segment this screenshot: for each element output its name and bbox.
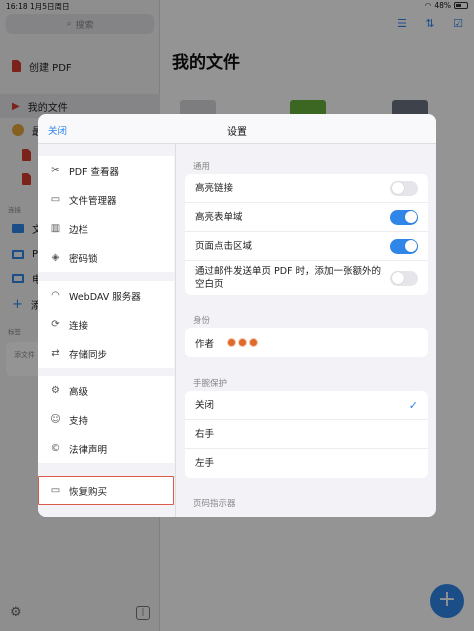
menu-item-pdf-viewer[interactable]: ✂ PDF 查看器: [38, 156, 174, 185]
menu-item-label: 恢复购买: [69, 486, 108, 498]
menu-item-label: 高级: [69, 386, 89, 398]
option-label: 右手: [195, 428, 215, 440]
menu-item-support[interactable]: ☺ 支持: [38, 405, 174, 434]
settings-modal: 关闭 设置 ✂ PDF 查看器 ▭ 文件管理器 ▥ 边栏 ◈ 密码锁 ◠ Web…: [38, 114, 436, 517]
support-icon: ☺: [50, 414, 61, 425]
setting-label: 高亮表单域: [195, 211, 243, 223]
general-card: 高亮链接 高亮表单域 页面点击区域 通过邮件发送单页 PDF 时，添加一张额外的…: [185, 174, 428, 295]
identity-card: 作者: [185, 328, 428, 357]
sync-icon: ⇄: [51, 348, 60, 359]
menu-item-webdav[interactable]: ◠ WebDAV 服务器: [38, 281, 174, 310]
wifi-icon: ◠: [51, 290, 60, 301]
menu-item-file-manager[interactable]: ▭ 文件管理器: [38, 185, 174, 214]
section-header-palm-rejection: 手腕保护: [193, 379, 228, 389]
setting-label: 高亮链接: [195, 182, 234, 194]
menu-group-1: ✂ PDF 查看器 ▭ 文件管理器 ▥ 边栏 ◈ 密码锁: [38, 156, 174, 272]
palm-option-right[interactable]: 右手: [185, 420, 428, 449]
link-icon: ⟳: [51, 319, 60, 330]
option-label: 左手: [195, 458, 215, 469]
menu-item-label: WebDAV 服务器: [69, 291, 141, 303]
author-avatar-dots: [228, 339, 258, 346]
modal-title: 设置: [227, 127, 247, 138]
menu-item-advanced[interactable]: ⚙ 高级: [38, 376, 174, 405]
pdf-viewer-icon: ✂: [51, 165, 60, 176]
setting-row-blank-page: 通过邮件发送单页 PDF 时，添加一张额外的空白页: [185, 261, 428, 295]
menu-item-restore-purchase[interactable]: ▭ 恢复购买: [38, 476, 174, 505]
setting-row-tap-zones: 页面点击区域: [185, 232, 428, 261]
folder-icon: ▭: [50, 194, 61, 205]
menu-group-3: ⚙ 高级 ☺ 支持 © 法律声明: [38, 376, 174, 463]
palm-option-left[interactable]: 左手: [185, 449, 428, 478]
menu-item-label: 密码锁: [69, 253, 98, 265]
menu-item-label: 文件管理器: [69, 195, 117, 207]
setting-row-author[interactable]: 作者: [185, 328, 428, 357]
blank-page-toggle[interactable]: [390, 270, 418, 286]
setting-row-highlight-forms: 高亮表单域: [185, 203, 428, 232]
setting-label: 页面点击区域: [195, 240, 253, 252]
menu-group-4: ▭ 恢复购买: [38, 476, 174, 505]
menu-item-legal[interactable]: © 法律声明: [38, 434, 174, 463]
option-label: 关闭: [195, 399, 215, 411]
palm-rejection-card: 关闭 ✓ 右手 左手: [185, 391, 428, 478]
menu-group-2: ◠ WebDAV 服务器 ⟳ 连接 ⇄ 存储同步: [38, 281, 174, 368]
section-header-identity: 身份: [193, 316, 211, 326]
menu-item-label: PDF 查看器: [69, 166, 120, 178]
sidebar-icon: ▥: [50, 223, 61, 234]
settings-menu: ✂ PDF 查看器 ▭ 文件管理器 ▥ 边栏 ◈ 密码锁 ◠ WebDAV 服务…: [38, 144, 176, 517]
highlight-forms-toggle[interactable]: [390, 209, 418, 225]
advanced-gears-icon: ⚙: [51, 385, 60, 396]
section-header-page-indicator: 页码指示器: [193, 499, 236, 509]
menu-item-label: 连接: [69, 320, 89, 332]
menu-item-storage-sync[interactable]: ⇄ 存储同步: [38, 339, 174, 368]
checkmark-icon: ✓: [408, 398, 418, 412]
palm-option-off[interactable]: 关闭 ✓: [185, 391, 428, 420]
modal-header: 关闭 设置: [38, 114, 436, 144]
setting-row-highlight-links: 高亮链接: [185, 174, 428, 203]
passcode-icon: ◈: [51, 252, 60, 263]
section-header-general: 通用: [193, 162, 211, 172]
menu-item-sidebar[interactable]: ▥ 边栏: [38, 214, 174, 243]
restore-icon: ▭: [50, 485, 61, 496]
highlight-links-toggle[interactable]: [390, 180, 418, 196]
menu-item-label: 法律声明: [69, 444, 108, 456]
menu-item-connect[interactable]: ⟳ 连接: [38, 310, 174, 339]
menu-item-label: 支持: [69, 415, 89, 427]
setting-label: 通过邮件发送单页 PDF 时，添加一张额外的空白页: [195, 266, 382, 290]
copyright-icon: ©: [50, 443, 61, 454]
menu-item-label: 边栏: [69, 224, 89, 236]
settings-content: 通用 高亮链接 高亮表单域 页面点击区域 通过邮件发送单页 PDF 时，添加一张…: [177, 144, 436, 517]
menu-item-passcode[interactable]: ◈ 密码锁: [38, 243, 174, 272]
menu-item-label: 存储同步: [69, 349, 108, 361]
author-label: 作者: [195, 338, 215, 350]
tap-zones-toggle[interactable]: [390, 238, 418, 254]
